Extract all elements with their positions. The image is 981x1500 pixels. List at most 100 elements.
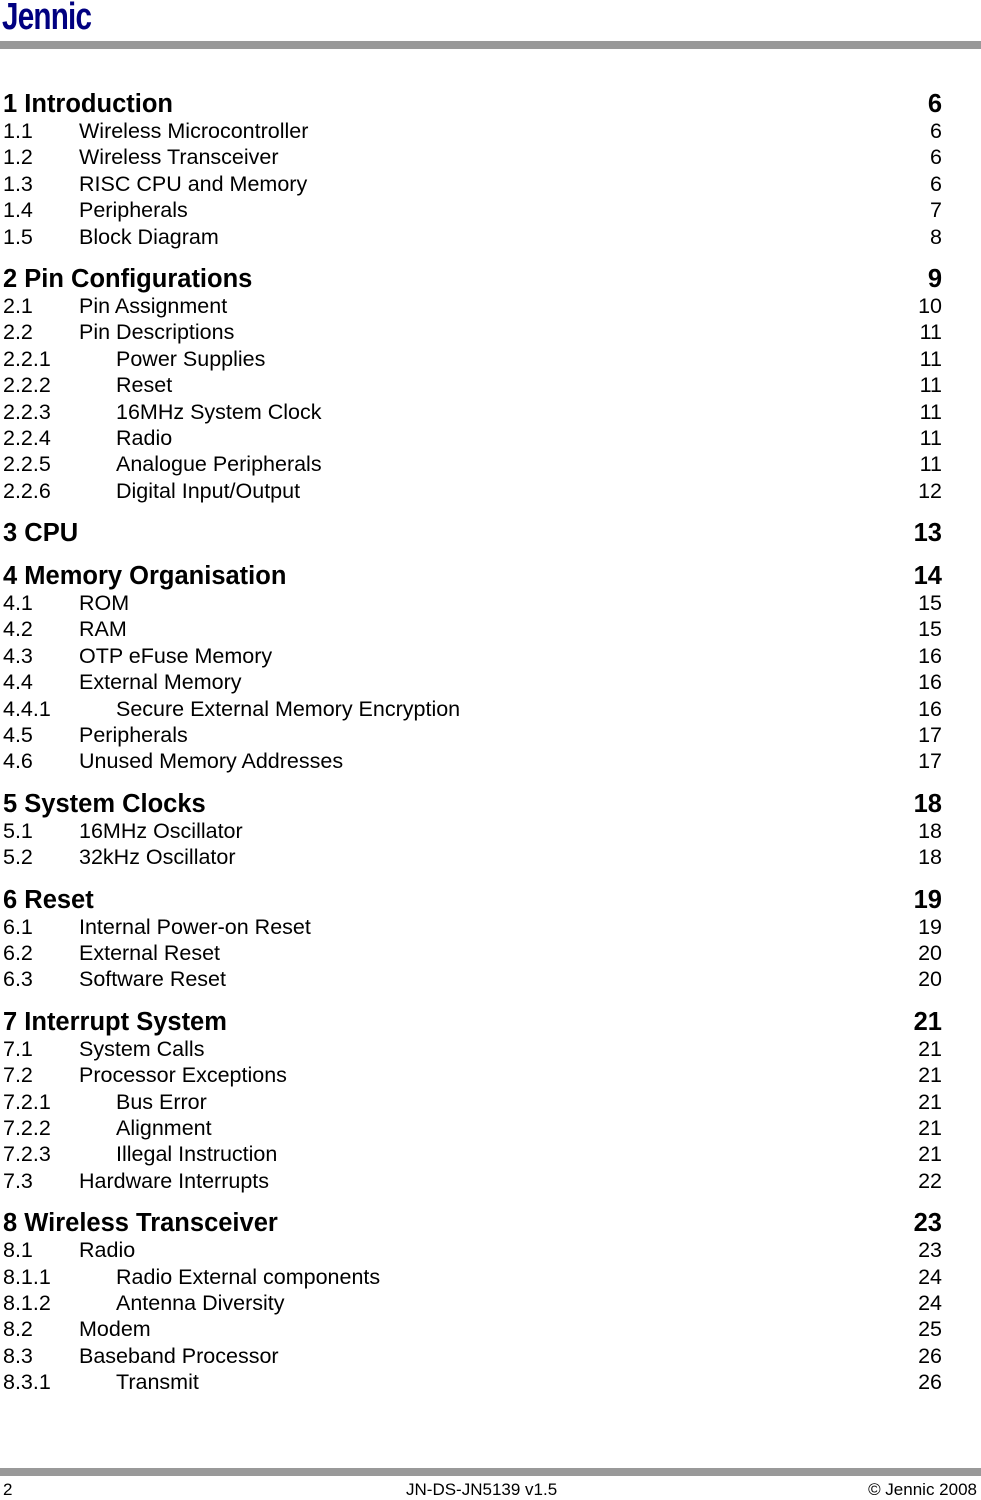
toc-entry[interactable]: 7.3 Hardware Interrupts 22: [0, 1168, 945, 1194]
toc-title-text: Pin Configurations: [24, 264, 253, 293]
toc-title: Peripherals: [79, 723, 188, 748]
toc-number: 2.2.1: [3, 346, 51, 371]
toc-entry[interactable]: 2.2.6 Digital Input/Output 12: [0, 478, 945, 504]
toc-page: 22: [918, 1168, 942, 1193]
toc-entry[interactable]: 2.2.1 Power Supplies 11: [0, 346, 945, 372]
toc-title: 5 System Clocks: [3, 790, 206, 818]
toc-title: Baseband Processor: [79, 1343, 279, 1368]
toc-entry[interactable]: 4.3 OTP eFuse Memory 16: [0, 643, 945, 669]
toc-entry[interactable]: 1.2 Wireless Transceiver 6: [0, 144, 945, 170]
toc-entry[interactable]: 7.2.2 Alignment 21: [0, 1115, 945, 1141]
toc-title-text: Introduction: [24, 90, 173, 118]
toc-title: 32kHz Oscillator: [79, 845, 236, 870]
toc-title: ROM: [79, 591, 130, 616]
toc-number: 7.1: [3, 1036, 33, 1061]
toc-chapter[interactable]: 8 Wireless Transceiver 23: [0, 1209, 945, 1237]
jennic-logo: Jennic: [2, 0, 92, 38]
footer-page-number: 2: [3, 1480, 13, 1499]
toc-title: Unused Memory Addresses: [79, 749, 344, 774]
toc-title: 8 Wireless Transceiver: [3, 1209, 278, 1237]
toc-number: 5: [3, 789, 18, 818]
toc-chapter[interactable]: 5 System Clocks 18: [0, 790, 945, 818]
toc-number: 8.2: [3, 1317, 33, 1342]
toc-entry[interactable]: 4.4.1 Secure External Memory Encryption 16: [0, 696, 945, 722]
toc-page: 18: [918, 818, 942, 843]
toc-number: 7.2.3: [3, 1142, 51, 1167]
toc-entry[interactable]: 4.6 Unused Memory Addresses 17: [0, 748, 945, 774]
toc-page: 18: [913, 789, 942, 818]
toc-page: 14: [913, 562, 942, 591]
toc-entry[interactable]: 8.1.1 Radio External components 24: [0, 1264, 945, 1290]
toc-page: 11: [919, 425, 942, 450]
toc-entry[interactable]: 4.2 RAM 15: [0, 616, 945, 642]
toc-entry[interactable]: 6.1 Internal Power-on Reset 19: [0, 914, 945, 940]
toc-entry[interactable]: 2.2.5 Analogue Peripherals 11: [0, 451, 945, 477]
toc-page: 13: [913, 519, 942, 548]
toc-entry[interactable]: 8.1 Radio 23: [0, 1237, 945, 1263]
toc-entry[interactable]: 1.4 Peripherals 7: [0, 197, 945, 223]
toc-entry[interactable]: 5.1 16MHz Oscillator 18: [0, 818, 945, 844]
toc-entry[interactable]: 8.3.1 Transmit 26: [0, 1369, 945, 1395]
toc-number: 5.1: [3, 818, 33, 843]
toc-entry[interactable]: 6.2 External Reset 20: [0, 940, 945, 966]
toc-entry[interactable]: 1.5 Block Diagram 8: [0, 224, 945, 250]
toc-title: RISC CPU and Memory: [79, 171, 308, 196]
toc-page: 21: [918, 1142, 942, 1167]
toc-entry[interactable]: 1.3 RISC CPU and Memory 6: [0, 171, 945, 197]
toc-page: 12: [918, 478, 942, 503]
toc-chapter[interactable]: 7 Interrupt System 21: [0, 1008, 945, 1036]
toc-number: 7.2: [3, 1063, 33, 1088]
toc-entry[interactable]: 2.2.2 Reset 11: [0, 372, 945, 398]
toc-entry[interactable]: 7.2.3 Illegal Instruction 21: [0, 1141, 945, 1167]
toc-page: 20: [918, 967, 942, 992]
toc-entry[interactable]: 2.2.3 16MHz System Clock 11: [0, 399, 945, 425]
toc-chapter[interactable]: 3 CPU 13: [0, 519, 945, 547]
toc-entry[interactable]: 4.4 External Memory 16: [0, 669, 945, 695]
toc-title: 4 Memory Organisation: [3, 562, 286, 590]
toc-entry[interactable]: 8.2 Modem 25: [0, 1316, 945, 1342]
toc-page: 11: [919, 373, 942, 398]
toc-entry[interactable]: 4.5 Peripherals 17: [0, 722, 945, 748]
toc-title: Processor Exceptions: [79, 1063, 287, 1088]
toc-entry[interactable]: 7.1 System Calls 21: [0, 1036, 945, 1062]
toc-title: System Calls: [79, 1036, 205, 1061]
toc-number: 1.5: [3, 224, 33, 249]
toc-entry[interactable]: 4.1 ROM 15: [0, 590, 945, 616]
toc-chapter[interactable]: 4 Memory Organisation 14: [0, 562, 945, 590]
toc-number: 2.1: [3, 293, 33, 318]
toc-title: Power Supplies: [116, 346, 266, 371]
toc-title: Radio: [116, 425, 173, 450]
toc-page: 23: [918, 1238, 942, 1263]
toc-title-text: Wireless Transceiver: [24, 1209, 278, 1238]
toc-title: Modem: [79, 1317, 151, 1342]
toc-entry[interactable]: 8.1.2 Antenna Diversity 24: [0, 1290, 945, 1316]
toc-entry[interactable]: 2.2.4 Radio 11: [0, 425, 945, 451]
toc-entry[interactable]: 6.3 Software Reset 20: [0, 966, 945, 992]
toc-number: 8.3: [3, 1343, 33, 1368]
toc-page: 26: [918, 1343, 942, 1368]
toc-page: 10: [918, 293, 942, 318]
toc-number: 4.3: [3, 643, 33, 668]
toc-entry[interactable]: 7.2.1 Bus Error 21: [0, 1089, 945, 1115]
toc-chapter[interactable]: 1 Introduction 6: [0, 90, 945, 118]
toc-chapter[interactable]: 2 Pin Configurations 9: [0, 265, 945, 293]
toc-entry[interactable]: 8.3 Baseband Processor 26: [0, 1343, 945, 1369]
toc-entry[interactable]: 2.2 Pin Descriptions 11: [0, 319, 945, 345]
toc-chapter[interactable]: 6 Reset 19: [0, 886, 945, 914]
toc-entry[interactable]: 7.2 Processor Exceptions 21: [0, 1062, 945, 1088]
toc-title: Illegal Instruction: [116, 1142, 278, 1167]
toc-number: 2.2: [3, 320, 33, 345]
toc-title: Internal Power-on Reset: [79, 914, 311, 939]
toc-number: 8.1.2: [3, 1290, 51, 1315]
toc-entry[interactable]: 5.2 32kHz Oscillator 18: [0, 844, 945, 870]
toc-page: 7: [930, 198, 942, 223]
toc-page: 21: [918, 1036, 942, 1061]
toc-number: 4.4: [3, 670, 33, 695]
toc-entry[interactable]: 1.1 Wireless Microcontroller 6: [0, 118, 945, 144]
toc-entry[interactable]: 2.1 Pin Assignment 10: [0, 293, 945, 319]
toc-number: 8.1: [3, 1238, 33, 1263]
toc-title: Block Diagram: [79, 224, 219, 249]
toc-number: 2.2.2: [3, 373, 51, 398]
toc-page: 26: [918, 1370, 942, 1395]
footer-copyright: © Jennic 2008: [868, 1480, 977, 1499]
